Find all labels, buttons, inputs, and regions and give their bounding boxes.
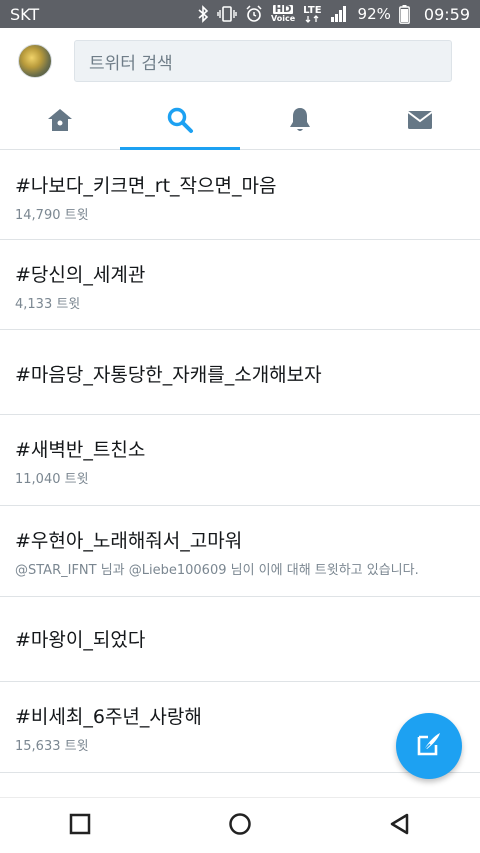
trend-item[interactable]: #우현아_노래해줘서_고마워 @STAR_IFNT 님과 @Liebe10060…: [0, 506, 480, 597]
trend-item[interactable]: #마음당_자통당한_자캐를_소개해보자: [0, 330, 480, 415]
mail-icon: [406, 109, 434, 135]
trend-name: #마음당_자통당한_자캐를_소개해보자: [15, 364, 322, 386]
bell-icon: [288, 106, 312, 138]
tab-search[interactable]: [120, 94, 240, 150]
trend-name: #마왕이_되었다: [15, 629, 146, 651]
trend-meta: 11,040 트윗: [15, 472, 89, 487]
compose-tweet-button[interactable]: [396, 713, 462, 779]
trend-name: #비세최_6주년_사랑해: [15, 706, 202, 728]
avatar[interactable]: [18, 44, 52, 78]
search-icon: [166, 106, 194, 138]
vibrate-icon: [217, 4, 237, 24]
trend-name: #당신의_세계관: [15, 264, 146, 286]
compose-icon: [415, 730, 443, 762]
tab-bar: [0, 94, 480, 150]
alarm-icon: [245, 4, 263, 24]
hd-voice-icon: HD Voice: [271, 4, 295, 24]
trends-list: #나보다_키크면_rt_작으면_마음 14,790 트윗 #당신의_세계관 4,…: [0, 151, 480, 809]
home-button[interactable]: [210, 804, 270, 848]
bluetooth-icon: [197, 4, 209, 24]
back-triangle-icon: [388, 812, 412, 840]
trend-name: #우현아_노래해줘서_고마워: [15, 530, 243, 552]
trend-item[interactable]: #마왕이_되었다: [0, 597, 480, 682]
search-input[interactable]: 트위터 검색: [74, 40, 452, 82]
home-icon: [46, 107, 74, 137]
battery-icon: [398, 4, 410, 24]
trend-item[interactable]: #당신의_세계관 4,133 트윗: [0, 240, 480, 330]
voice-label: Voice: [271, 14, 296, 23]
square-icon: [69, 813, 91, 839]
trend-meta: 4,133 트윗: [15, 297, 81, 312]
tab-notifications[interactable]: [240, 94, 360, 149]
lte-icon: LTE: [303, 4, 322, 24]
trend-name: #나보다_키크면_rt_작으면_마음: [15, 175, 277, 197]
trend-item[interactable]: #나보다_키크면_rt_작으면_마음 14,790 트윗: [0, 151, 480, 240]
search-placeholder: 트위터 검색: [89, 53, 173, 74]
battery-percent: 92%: [357, 5, 391, 23]
hd-label: HD: [272, 4, 294, 15]
tab-messages[interactable]: [360, 94, 480, 149]
trend-meta: 14,790 트윗: [15, 208, 89, 223]
back-button[interactable]: [370, 804, 430, 848]
tab-home[interactable]: [0, 94, 120, 149]
signal-icon: [330, 4, 348, 24]
trend-name: #새벽반_트친소: [15, 439, 146, 461]
status-bar: SKT HD Voice LTE 92% 09:59: [0, 0, 480, 28]
circle-icon: [228, 812, 252, 840]
status-icons: HD Voice LTE 92% 09:59: [197, 4, 470, 24]
system-nav-bar: [0, 797, 480, 853]
clock: 09:59: [423, 4, 470, 24]
carrier-label: SKT: [10, 4, 40, 24]
recents-button[interactable]: [50, 804, 110, 848]
app-header: 트위터 검색: [0, 28, 480, 94]
trend-item[interactable]: #새벽반_트친소 11,040 트윗: [0, 415, 480, 506]
trend-meta: @STAR_IFNT 님과 @Liebe100609 님이 이에 대해 트윗하고…: [15, 563, 419, 578]
lte-label: LTE: [303, 4, 322, 16]
